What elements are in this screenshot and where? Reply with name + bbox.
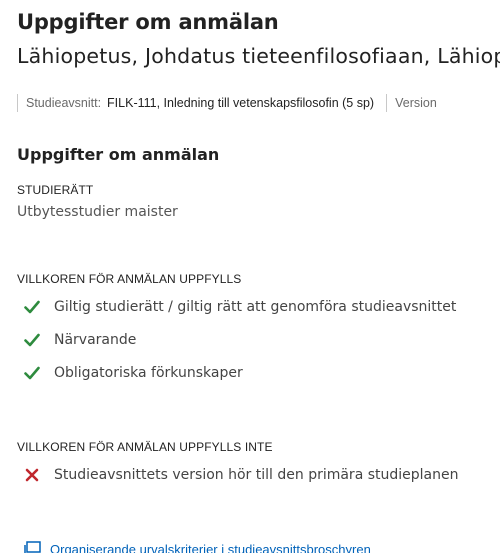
checkmark-icon	[24, 300, 40, 314]
study-right-value: Utbytesstudier maister	[17, 204, 178, 220]
condition-met-text: Obligatoriska förkunskaper	[54, 365, 243, 381]
course-unit-value: FILK-111, Inledning till vetenskapsfilos…	[107, 96, 375, 110]
condition-met-item: Obligatoriska förkunskaper	[24, 362, 243, 384]
course-info-row: Studieavsnitt: FILK-111, Inledning till …	[17, 92, 437, 114]
section-title: Uppgifter om anmälan	[17, 145, 220, 164]
condition-met-item: Närvarande	[24, 329, 136, 351]
conditions-met-heading: VILLKOREN FÖR ANMÄLAN UPPFYLLS	[17, 272, 242, 286]
selection-criteria-link[interactable]: Organiserande urvalskriterier i studieav…	[22, 541, 371, 553]
registration-details-page: Uppgifter om anmälan Lähiopetus, Johdatu…	[0, 0, 500, 553]
study-right-label: STUDIERÄTT	[17, 183, 94, 197]
condition-met-text: Närvarande	[54, 332, 137, 348]
page-subtitle: Lähiopetus, Johdatus tieteenfilosofiaan,…	[17, 44, 500, 68]
version-label: Version	[395, 96, 437, 110]
condition-unmet-item: Studieavsnittets version hör till den pr…	[24, 464, 458, 486]
checkmark-icon	[24, 333, 40, 347]
cross-icon	[25, 468, 39, 482]
course-unit-label: Studieavsnitt:	[26, 96, 102, 110]
condition-met-text: Giltig studierätt / giltig rätt att geno…	[54, 299, 457, 315]
checkmark-icon	[24, 366, 40, 380]
selection-criteria-link-text[interactable]: Organiserande urvalskriterier i studieav…	[50, 542, 371, 553]
divider	[17, 94, 18, 112]
page-title: Uppgifter om anmälan	[17, 10, 279, 34]
conditions-unmet-heading: VILLKOREN FÖR ANMÄLAN UPPFYLLS INTE	[17, 440, 273, 454]
divider	[386, 94, 388, 112]
open-in-new-window-icon	[24, 541, 41, 553]
condition-unmet-text: Studieavsnittets version hör till den pr…	[54, 467, 459, 483]
condition-met-item: Giltig studierätt / giltig rätt att geno…	[24, 296, 456, 318]
